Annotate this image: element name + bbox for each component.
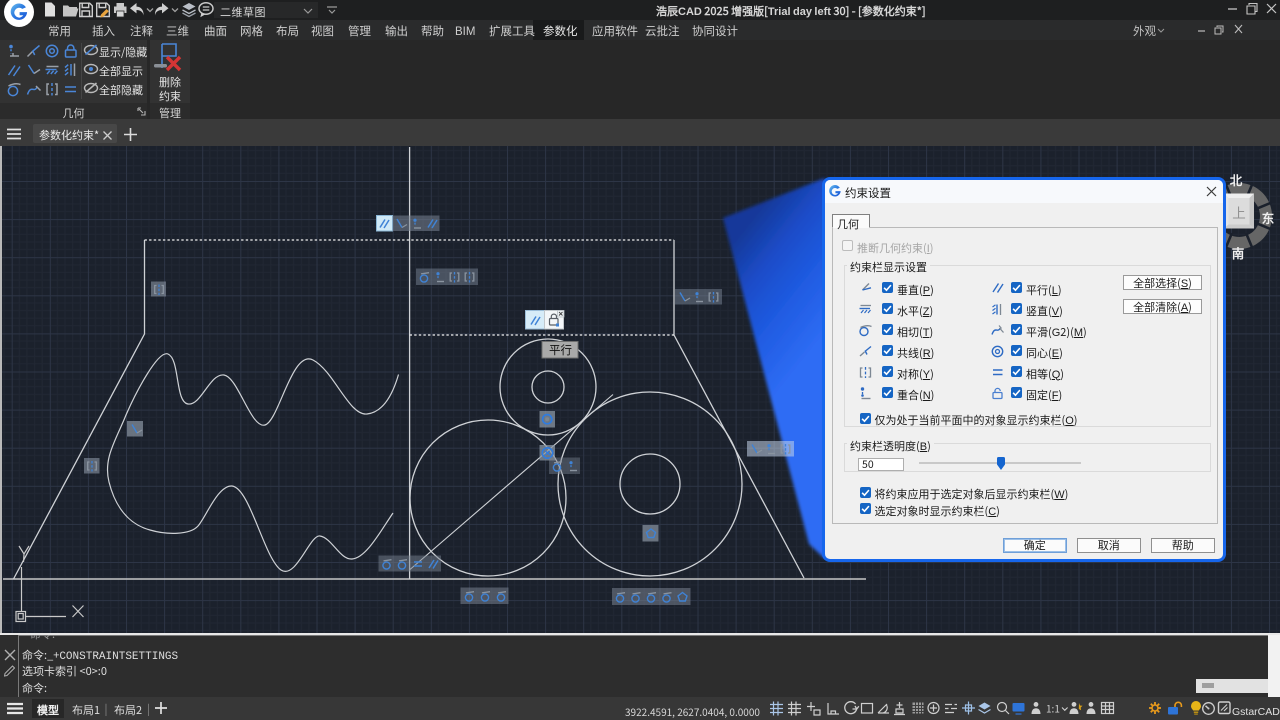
svg-text:1:1: 1:1 <box>1046 701 1060 716</box>
svg-text:北: 北 <box>1230 170 1243 189</box>
svg-text:平行: 平行 <box>549 342 572 358</box>
svg-text:东: 东 <box>1262 208 1275 227</box>
svg-text:南: 南 <box>1232 243 1245 262</box>
svg-text:上: 上 <box>1232 202 1246 222</box>
